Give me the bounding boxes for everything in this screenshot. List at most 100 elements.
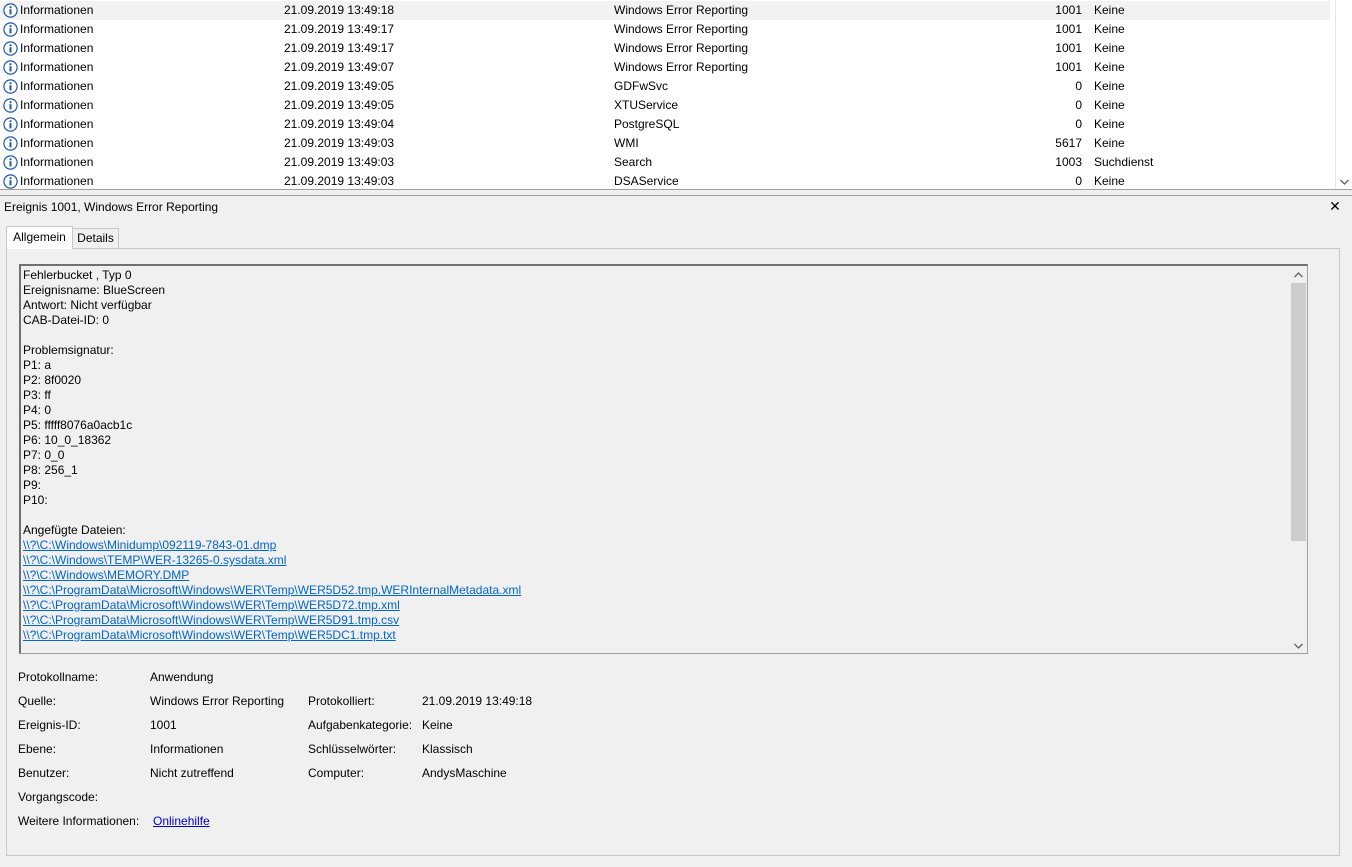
level-label: Ebene: [18, 742, 57, 756]
attached-file-link[interactable]: \\?\C:\Windows\TEMP\WER-13265-0.sysdata.… [23, 553, 286, 567]
attached-file-link[interactable]: \\?\C:\ProgramData\Microsoft\Windows\WER… [23, 628, 396, 642]
attached-file-link[interactable]: \\?\C:\ProgramData\Microsoft\Windows\WER… [23, 613, 399, 627]
event-source: WMI [614, 136, 639, 150]
event-source: GDFwSvc [614, 79, 668, 93]
event-row[interactable]: Informationen 21.09.2019 13:49:18 Windows … [0, 1, 1330, 20]
event-row[interactable]: Informationen 21.09.2019 13:49:07 Windows … [0, 58, 1334, 77]
keywords-label: Schlüsselwörter: [308, 742, 397, 756]
event-category: Keine [1094, 3, 1125, 17]
event-level: Informationen [20, 60, 94, 74]
event-category: Suchdienst [1094, 155, 1154, 169]
event-list-scrollbar[interactable] [1335, 0, 1352, 189]
event-row[interactable]: Informationen 21.09.2019 13:49:03 DSAServi… [0, 172, 1334, 189]
event-description[interactable]: Fehlerbucket , Typ 0 Ereignisname: BlueSc… [19, 264, 1308, 654]
logged-value: 21.09.2019 13:49:18 [422, 694, 533, 708]
event-row[interactable]: Informationen 21.09.2019 13:49:17 Windows … [0, 20, 1334, 39]
tab-details[interactable]: Details [73, 228, 119, 248]
event-row[interactable]: Informationen 21.09.2019 13:49:03 Search 10… [0, 153, 1334, 172]
close-icon[interactable]: ✕ [1328, 199, 1342, 213]
info-icon [3, 3, 18, 18]
description-line: Angefügte Dateien: [23, 523, 126, 537]
info-icon [3, 136, 18, 151]
event-source: Windows Error Reporting [614, 60, 749, 74]
event-date: 21.09.2019 13:49:17 [284, 22, 395, 36]
event-id: 1001 [1055, 3, 1082, 17]
event-id-label: Ereignis-ID: [18, 718, 81, 732]
event-source: Windows Error Reporting [614, 22, 749, 36]
chevron-down-icon[interactable] [1290, 640, 1307, 652]
event-source: XTUService [614, 98, 679, 112]
event-row[interactable]: Informationen 21.09.2019 13:49:05 XTUServi… [0, 96, 1334, 115]
user-value: Nicht zutreffend [150, 766, 234, 780]
attached-file-link[interactable]: \\?\C:\Windows\Minidump\092119-7843-01.d… [23, 538, 276, 552]
description-line: P4: 0 [23, 403, 52, 417]
tab-general[interactable]: Allgemein [6, 226, 73, 249]
event-date: 21.09.2019 13:49:04 [284, 117, 395, 131]
attached-file-row: \\?\C:\ProgramData\Microsoft\Windows\WER… [23, 583, 521, 598]
computer-label: Computer: [308, 766, 365, 780]
attached-file-row: \\?\C:\ProgramData\Microsoft\Windows\WER… [23, 628, 521, 643]
event-category: Keine [1094, 174, 1125, 188]
attached-file-link[interactable]: \\?\C:\Windows\MEMORY.DMP [23, 568, 189, 582]
event-row[interactable]: Informationen 21.09.2019 13:49:17 Windows … [0, 39, 1334, 58]
event-category: Keine [1094, 41, 1125, 55]
event-date: 21.09.2019 13:49:03 [284, 136, 395, 150]
event-row[interactable]: Informationen 21.09.2019 13:49:03 WMI 5617 K… [0, 134, 1334, 153]
event-row[interactable]: Informationen 21.09.2019 13:49:05 GDFwSvc 0… [0, 77, 1334, 96]
attached-file-row: \\?\C:\Windows\Minidump\092119-7843-01.d… [23, 538, 521, 553]
event-category: Keine [1094, 60, 1125, 74]
description-line: P8: 256_1 [23, 463, 78, 477]
source-value: Windows Error Reporting [150, 694, 285, 708]
event-category: Keine [1094, 22, 1125, 36]
event-source: PostgreSQL [614, 117, 680, 131]
event-date: 21.09.2019 13:49:05 [284, 79, 395, 93]
event-level: Informationen [20, 98, 94, 112]
event-id: 1001 [1055, 22, 1082, 36]
detail-title: Ereignis 1001, Windows Error Reporting [4, 200, 219, 214]
info-icon [3, 41, 18, 56]
event-id: 5617 [1055, 136, 1082, 150]
log-name-value: Anwendung [150, 670, 214, 684]
event-level: Informationen [20, 3, 94, 17]
event-list: Informationen 21.09.2019 13:49:18 Windows … [0, 0, 1352, 190]
attached-file-link[interactable]: \\?\C:\ProgramData\Microsoft\Windows\WER… [23, 598, 400, 612]
event-source: DSAService [614, 174, 679, 188]
chevron-down-icon[interactable] [1336, 176, 1352, 188]
event-level: Informationen [20, 41, 94, 55]
event-date: 21.09.2019 13:49:03 [284, 174, 395, 188]
source-label: Quelle: [18, 694, 57, 708]
event-id: 1003 [1055, 155, 1082, 169]
description-line [23, 328, 521, 343]
description-line [23, 508, 521, 523]
description-line: Antwort: Nicht verfügbar [23, 298, 152, 312]
event-level: Informationen [20, 79, 94, 93]
description-line: P10: [23, 493, 52, 507]
event-date: 21.09.2019 13:49:05 [284, 98, 395, 112]
info-icon [3, 155, 18, 170]
event-level: Informationen [20, 22, 94, 36]
info-icon [3, 79, 18, 94]
event-id: 0 [1075, 98, 1082, 112]
event-level: Informationen [20, 174, 94, 188]
event-source: Windows Error Reporting [614, 3, 749, 17]
attached-file-link[interactable]: \\?\C:\ProgramData\Microsoft\Windows\WER… [23, 583, 521, 597]
description-line: Fehlerbucket , Typ 0 [23, 268, 132, 282]
task-category-label: Aufgabenkategorie: [308, 718, 413, 732]
event-source: Search [614, 155, 653, 169]
info-icon [3, 117, 18, 132]
level-value: Informationen [150, 742, 224, 756]
online-help-link[interactable]: Onlinehilfe [153, 814, 210, 828]
scrollbar-thumb[interactable] [1291, 283, 1306, 541]
keywords-value: Klassisch [422, 742, 473, 756]
description-line: P2: 8f0020 [23, 373, 82, 387]
event-date: 21.09.2019 13:49:03 [284, 155, 395, 169]
attached-file-row: \\?\C:\ProgramData\Microsoft\Windows\WER… [23, 598, 521, 613]
event-category: Keine [1094, 79, 1125, 93]
description-line: P3: ff [23, 388, 51, 402]
event-row[interactable]: Informationen 21.09.2019 13:49:04 PostgreS… [0, 115, 1334, 134]
chevron-up-icon[interactable] [1290, 269, 1307, 281]
detail-header: Ereignis 1001, Windows Error Reporting ✕ [0, 195, 1352, 218]
description-scrollbar[interactable] [1290, 266, 1307, 653]
event-date: 21.09.2019 13:49:17 [284, 41, 395, 55]
description-line: CAB-Datei-ID: 0 [23, 313, 110, 327]
